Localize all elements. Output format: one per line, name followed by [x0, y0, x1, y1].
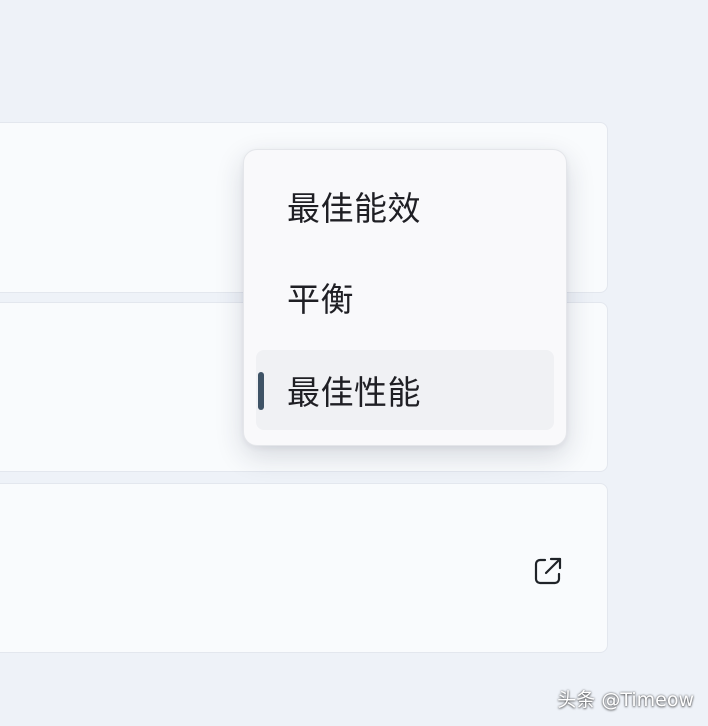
menu-item-label: 最佳能效 — [287, 189, 421, 228]
menu-item-label: 最佳性能 — [287, 373, 421, 412]
menu-item-balanced[interactable]: 平衡 — [256, 257, 554, 337]
open-external-icon[interactable] — [531, 554, 565, 588]
selected-indicator — [258, 372, 264, 410]
menu-item-best-power-efficiency[interactable]: 最佳能效 — [256, 166, 554, 246]
watermark-text: 头条 @Timeow — [557, 689, 694, 711]
menu-item-label: 平衡 — [287, 280, 354, 319]
settings-card-3[interactable] — [0, 483, 608, 653]
power-mode-dropdown-menu: 最佳能效 平衡 最佳性能 — [243, 149, 567, 446]
menu-item-best-performance[interactable]: 最佳性能 — [256, 350, 554, 430]
